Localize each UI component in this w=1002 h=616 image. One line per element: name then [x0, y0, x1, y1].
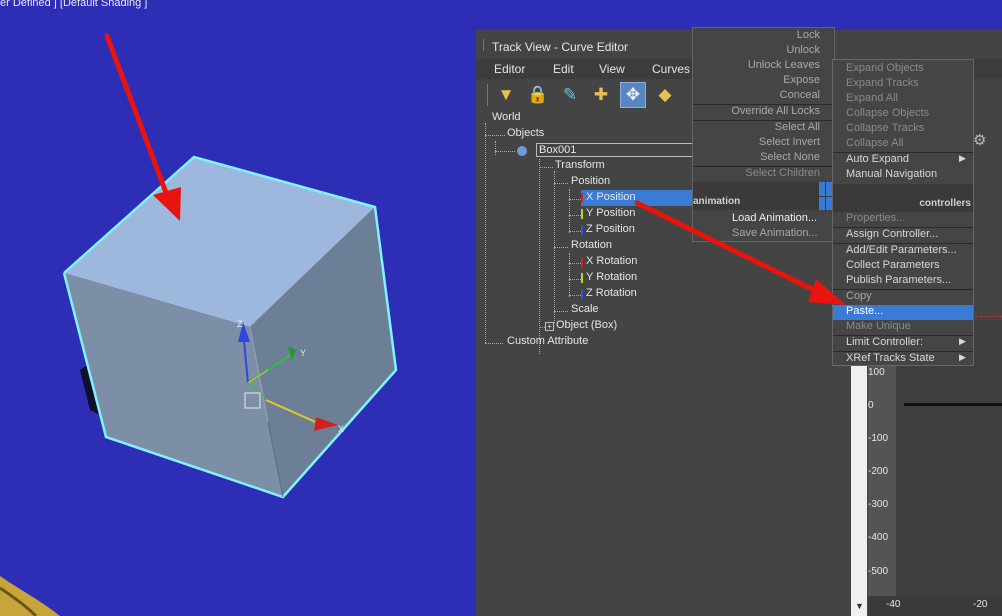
x-tick: -40	[886, 599, 901, 610]
slide-keys-icon[interactable]: ◆	[652, 82, 678, 108]
menu-item-save-animation[interactable]: Save Animation...	[732, 227, 818, 239]
context-menu-right: Expand Objects Expand Tracks Expand All …	[832, 59, 974, 366]
menu-item-collapse-all[interactable]: Collapse All	[846, 137, 903, 149]
gizmo-x-label: X	[338, 424, 344, 434]
menu-item-add-edit-parameters[interactable]: Add/Edit Parameters...	[846, 244, 957, 256]
x-rot-color-icon	[581, 257, 583, 267]
add-keys-icon[interactable]: ✚	[588, 82, 614, 108]
tree-z-rotation[interactable]: Z Rotation	[586, 287, 637, 299]
tree-objects[interactable]: Objects	[507, 127, 544, 139]
y-tick: -300	[868, 499, 889, 510]
z-axis-color-icon	[581, 225, 583, 235]
graph-x-ruler: -40 -20	[868, 596, 1002, 616]
object-dot-icon	[517, 146, 527, 156]
menu-item-override-all-locks[interactable]: Override All Locks	[731, 105, 820, 117]
submenu-arrow-icon: ▶	[959, 153, 966, 163]
menu-header-controllers: controllers	[919, 198, 971, 209]
menu-item-publish-parameters[interactable]: Publish Parameters...	[846, 274, 951, 286]
menu-item-xref-tracks-state[interactable]: XRef Tracks State	[846, 352, 935, 364]
menu-header-band: controllers	[833, 184, 973, 212]
menu-item-select-invert[interactable]: Select Invert	[759, 136, 820, 148]
menu-item-collect-parameters[interactable]: Collect Parameters	[846, 259, 940, 271]
menu-item-expand-tracks[interactable]: Expand Tracks	[846, 77, 919, 89]
y-rot-color-icon	[581, 273, 583, 283]
tree-y-position[interactable]: Y Position	[586, 207, 635, 219]
tree-position[interactable]: Position	[571, 175, 610, 187]
tree-x-position[interactable]: X Position	[586, 191, 636, 203]
tree-x-rotation[interactable]: X Rotation	[586, 255, 637, 267]
tree-scale[interactable]: Scale	[571, 303, 599, 315]
menu-item-assign-controller[interactable]: Assign Controller...	[846, 228, 938, 240]
y-tick: -100	[868, 433, 889, 444]
titlebar-grip[interactable]	[483, 39, 486, 51]
menu-item-make-unique[interactable]: Make Unique	[846, 320, 911, 332]
tree-custom-attribute[interactable]: Custom Attribute	[507, 335, 588, 347]
gizmo-z-label: Z	[237, 319, 243, 329]
trackview-title: Track View - Curve Editor	[492, 40, 629, 54]
tree-z-position[interactable]: Z Position	[586, 223, 635, 235]
tree-object-box[interactable]: Object (Box)	[556, 319, 617, 331]
menu-item-unlock[interactable]: Unlock	[786, 44, 820, 56]
y-tick: 0	[868, 400, 874, 411]
menu-item-lock[interactable]: Lock	[797, 29, 820, 41]
menu-item-auto-expand[interactable]: Auto Expand	[846, 153, 909, 165]
quad-icon	[819, 182, 833, 210]
x-tick: -20	[973, 599, 988, 610]
viewport-scene: Z Y X	[0, 33, 398, 616]
y-axis-color-icon	[581, 209, 583, 219]
submenu-arrow-icon: ▶	[959, 352, 966, 362]
menu-item-select-children[interactable]: Select Children	[745, 167, 820, 179]
menu-curves[interactable]: Curves	[652, 62, 690, 76]
expand-plus-icon[interactable]: +	[545, 322, 554, 331]
menu-item-conceal[interactable]: Conceal	[780, 89, 820, 101]
z-rot-color-icon	[581, 289, 583, 299]
move-keys-icon[interactable]: ✥	[620, 82, 646, 108]
menu-edit[interactable]: Edit	[553, 62, 574, 76]
menu-item-properties[interactable]: Properties...	[846, 212, 905, 224]
scroll-down-icon[interactable]: ▼	[855, 601, 864, 611]
menu-item-copy[interactable]: Copy	[846, 290, 872, 302]
gizmo-y-label: Y	[300, 348, 306, 358]
y-tick: -400	[868, 532, 889, 543]
menu-item-collapse-objects[interactable]: Collapse Objects	[846, 107, 929, 119]
tree-rotation[interactable]: Rotation	[571, 239, 612, 251]
submenu-arrow-icon: ▶	[959, 336, 966, 346]
curve-pencil-icon[interactable]: ✎	[557, 82, 583, 108]
viewport[interactable]: Z Y X er Defined ] [Default Shading ]	[0, 0, 476, 616]
graph-curve[interactable]	[904, 403, 1002, 406]
menu-item-paste[interactable]: Paste...	[846, 305, 883, 317]
tree-y-rotation[interactable]: Y Rotation	[586, 271, 637, 283]
menu-item-limit-controller[interactable]: Limit Controller:	[846, 336, 923, 348]
viewport-label[interactable]: er Defined ] [Default Shading ]	[0, 0, 147, 9]
toolbar-grip	[487, 84, 490, 106]
x-axis-color-icon	[581, 193, 583, 203]
menu-item-expand-objects[interactable]: Expand Objects	[846, 62, 924, 74]
y-tick: -200	[868, 466, 889, 477]
menu-header-band: animation	[693, 182, 834, 210]
graph-dashed-line	[975, 316, 1002, 317]
context-menu-left: Lock Unlock Unlock Leaves Expose Conceal…	[692, 27, 835, 242]
toolbar-right-icon[interactable]: ⚙	[973, 131, 997, 157]
menu-item-select-none[interactable]: Select None	[760, 151, 820, 163]
tree-world[interactable]: World	[492, 111, 521, 123]
y-tick: 100	[868, 367, 885, 378]
menu-header-animation: animation	[693, 196, 741, 207]
y-tick: -500	[868, 566, 889, 577]
menu-item-unlock-leaves[interactable]: Unlock Leaves	[748, 59, 820, 71]
menu-item-manual-navigation[interactable]: Manual Navigation	[846, 168, 937, 180]
menu-item-expose[interactable]: Expose	[783, 74, 820, 86]
menu-item-load-animation[interactable]: Load Animation...	[732, 212, 817, 224]
menu-view[interactable]: View	[599, 62, 625, 76]
menu-item-select-all[interactable]: Select All	[775, 121, 820, 133]
filter-icon[interactable]: ▼	[493, 82, 519, 108]
lock-icon[interactable]: 🔒	[525, 82, 551, 108]
menu-item-collapse-tracks[interactable]: Collapse Tracks	[846, 122, 924, 134]
menu-editor[interactable]: Editor	[494, 62, 525, 76]
tree-transform[interactable]: Transform	[555, 159, 605, 171]
menu-item-expand-all[interactable]: Expand All	[846, 92, 898, 104]
